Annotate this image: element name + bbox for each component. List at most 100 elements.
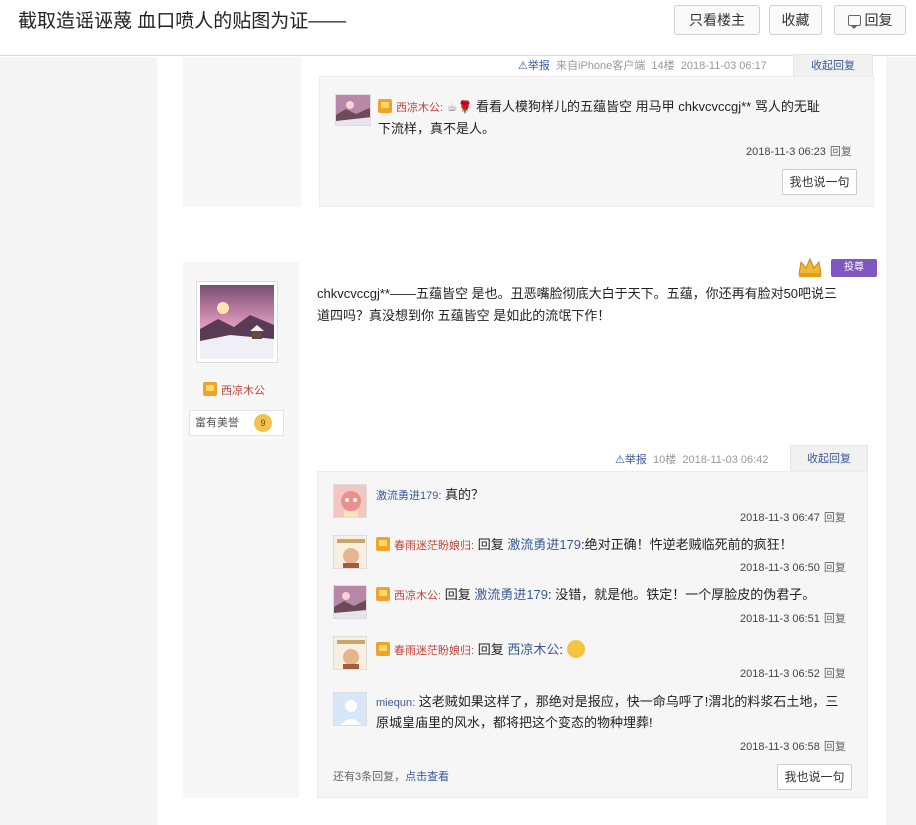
recommend-tag[interactable]: 投尊 (831, 259, 877, 277)
reply-target-link[interactable]: 激流勇进179 (474, 587, 548, 602)
reply-link[interactable]: 回复 (824, 613, 846, 625)
reply-link[interactable]: 回复 (824, 512, 846, 524)
reply-text: 看看人模狗样儿的五蕴皆空 用马甲 chkvcvccgj** 骂人的无耻 (476, 99, 820, 114)
default-avatar (334, 693, 366, 725)
separator: : (471, 645, 475, 657)
reply-timestamp: 2018-11-3 06:23 (746, 146, 826, 158)
reply-username[interactable]: 春雨迷茫盼娘归 (394, 540, 471, 552)
floor-number: 14楼 (651, 60, 675, 72)
reply-line-floor14: 西凉木公: ☕🌹 看看人模狗样儿的五蕴皆空 用马甲 chkvcvccgj** 骂… (378, 97, 820, 118)
reply-text-line2: 下流样，真不是人。 (378, 121, 496, 136)
warning-icon: ⚠ (615, 454, 625, 466)
reply-time: 2018-11-3 06:47 回复 (740, 509, 846, 525)
separator: : (412, 697, 416, 709)
floor14-meta: ⚠举报 来自iPhone客户端 14楼 2018-11-03 06:17 (518, 57, 767, 73)
say-something-button[interactable]: 我也说一句 (782, 169, 857, 195)
warning-icon: ⚠ (518, 60, 528, 72)
more-replies-text: 还有3条回复， (333, 771, 406, 783)
reply-time: 2018-11-3 06:51 回复 (740, 610, 846, 626)
level-star-icon: 9 (254, 414, 272, 432)
reply-username[interactable]: miequn (376, 697, 412, 709)
illustrated-avatar (334, 536, 366, 568)
reply-link[interactable]: 回复 (824, 668, 846, 680)
reply-target-link[interactable]: 激流勇进179 (507, 537, 581, 552)
collapse-replies-tab[interactable]: 收起回复 (790, 445, 868, 471)
reply-link[interactable]: 回复 (824, 562, 846, 574)
author-name-line: 西凉木公 (203, 380, 265, 401)
separator: : (438, 490, 442, 502)
thread-header: 截取造谣诬蔑 血口喷人的贴图为证—— 只看楼主 收藏 回复 (0, 0, 916, 56)
author-name[interactable]: 西凉木公 (221, 385, 265, 397)
reply-time: 2018-11-3 06:50 回复 (740, 559, 846, 575)
only-op-button[interactable]: 只看楼主 (674, 5, 760, 35)
collapse-replies-tab[interactable]: 收起回复 (793, 54, 873, 76)
emoji-icon: ☕🌹 (446, 100, 473, 114)
separator: : (440, 102, 444, 114)
level-badge[interactable]: 富有美誉 9 (189, 410, 284, 436)
report-link[interactable]: 举报 (625, 454, 647, 466)
reply-line: 西凉木公: 回复 激流勇进179: 没错，就是他。铁定！一个厚脸皮的伪君子。 (376, 585, 815, 606)
reply-line: miequn: 这老贼如果这样了，那绝对是报应，快一命乌呼了!渭北的料浆石土地，… (376, 692, 838, 713)
post-time: 2018-11-03 06:17 (680, 60, 767, 72)
reply-text: : 没错，就是他。铁定！一个厚脸皮的伪君子。 (548, 587, 816, 602)
vip-badge-icon (376, 537, 390, 551)
post-body: chkvcvccgj**——五蕴皆空 是也。丑恶嘴脸彻底大白于天下。五蕴，你还再… (317, 283, 877, 327)
level-title: 富有美誉 (195, 417, 239, 429)
reply-username[interactable]: 西凉木公 (396, 102, 440, 114)
floor10-meta: ⚠举报 10楼 2018-11-03 06:42 (615, 451, 768, 467)
reply-line: 春雨迷茫盼娘归: 回复 激流勇进179:绝对正确！忤逆老贼临死前的疯狂！ (376, 535, 793, 556)
favorite-button[interactable]: 收藏 (769, 5, 822, 35)
cartoon-avatar (334, 485, 366, 517)
reply-line: 春雨迷茫盼娘归: 回复 西凉木公: (376, 640, 585, 661)
reply-line: 激流勇进179: 真的？ (376, 485, 484, 506)
floor-number: 10楼 (653, 454, 677, 466)
reply-button[interactable]: 回复 (834, 5, 906, 35)
vip-badge-icon (376, 587, 390, 601)
reply-text-line2: 原城皇庙里的风水，都将把这个变态的物种埋葬! (376, 715, 653, 730)
reply-timestamp: 2018-11-3 06:51 (740, 613, 820, 625)
author-column-floor14 (183, 57, 301, 207)
post-time: 2018-11-03 06:42 (682, 454, 769, 466)
reply-text: : (559, 642, 563, 657)
reply-prefix: 回复 (477, 537, 504, 552)
vip-badge-icon (203, 382, 217, 396)
separator: : (471, 540, 475, 552)
reply-username[interactable]: 西凉木公 (394, 590, 438, 602)
reply-timestamp: 2018-11-3 06:47 (740, 512, 820, 524)
reply-timestamp: 2018-11-3 06:58 (740, 741, 820, 753)
avatar[interactable] (335, 94, 371, 126)
reply-text: 这老贼如果这样了，那绝对是报应，快一命乌呼了!渭北的料浆石土地，三 (418, 694, 839, 709)
client-source: 来自iPhone客户端 (556, 60, 646, 72)
reply-text: 真的？ (445, 487, 485, 502)
vip-badge-icon (378, 99, 392, 113)
reply-prefix: 回复 (477, 642, 504, 657)
illustrated-avatar (334, 637, 366, 669)
say-something-button[interactable]: 我也说一句 (777, 764, 852, 790)
view-more-link[interactable]: 点击查看 (405, 771, 449, 783)
avatar[interactable] (333, 636, 367, 670)
reply-time: 2018-11-3 06:23 回复 (746, 143, 852, 159)
report-link[interactable]: 举报 (528, 60, 550, 72)
reply-button-label: 回复 (864, 12, 893, 28)
reply-username[interactable]: 春雨迷茫盼娘归 (394, 645, 471, 657)
thread-title: 截取造谣诬蔑 血口喷人的贴图为证—— (18, 11, 347, 32)
reply-prefix: 回复 (444, 587, 471, 602)
right-gutter (886, 57, 916, 825)
reply-link[interactable]: 回复 (830, 146, 852, 158)
vip-badge-icon (376, 642, 390, 656)
reply-time: 2018-11-3 06:58 回复 (740, 738, 846, 754)
reply-timestamp: 2018-11-3 06:50 (740, 562, 820, 574)
reply-time: 2018-11-3 06:52 回复 (740, 665, 846, 681)
author-avatar[interactable] (196, 281, 278, 363)
avatar[interactable] (333, 484, 367, 518)
reply-username[interactable]: 激流勇进179 (376, 490, 438, 502)
avatar[interactable] (333, 692, 367, 726)
winter-landscape-avatar (336, 95, 370, 125)
winter-landscape-avatar (200, 285, 274, 359)
avatar[interactable] (333, 585, 367, 619)
reply-link[interactable]: 回复 (824, 741, 846, 753)
winter-landscape-avatar (334, 586, 366, 618)
reply-target-link[interactable]: 西凉木公 (507, 642, 559, 657)
avatar[interactable] (333, 535, 367, 569)
more-replies: 还有3条回复，点击查看 (333, 768, 449, 784)
